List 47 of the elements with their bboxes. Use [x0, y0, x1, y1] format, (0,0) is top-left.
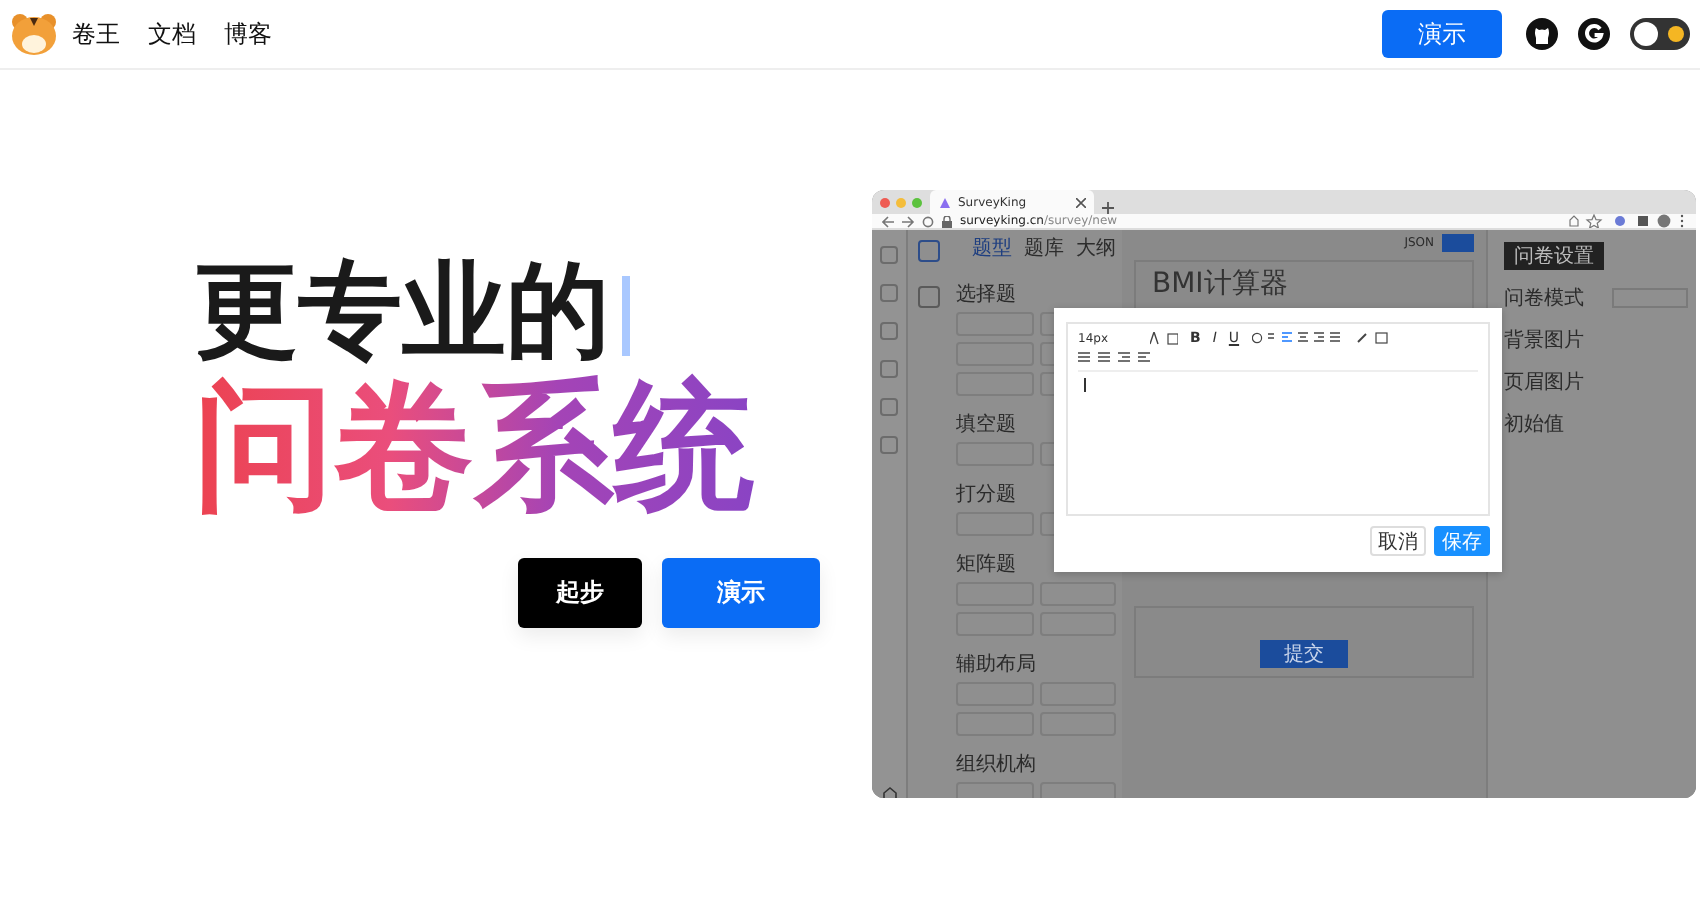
save-toolbar-button[interactable] — [1442, 233, 1474, 251]
setting-label: 背景图片 — [1504, 327, 1584, 354]
app-tab[interactable]: 大纲 — [1076, 234, 1116, 262]
home-icon[interactable] — [881, 786, 897, 798]
tiger-logo-icon[interactable] — [10, 12, 58, 56]
group-title: 打分题 — [956, 484, 1016, 506]
group-title: 组织机构 — [956, 754, 1036, 776]
text-cursor — [622, 276, 630, 356]
app-tab[interactable]: 题库 — [1024, 234, 1064, 262]
cta-button[interactable]: 演示 — [662, 558, 820, 628]
lock-icon — [942, 215, 952, 227]
nav-link[interactable]: 文档 — [148, 17, 196, 51]
nav-arrows-icon[interactable] — [882, 215, 934, 227]
setting-label: 初始值 — [1504, 411, 1564, 438]
new-tab-icon[interactable] — [1102, 202, 1114, 214]
group-title: 辅助布局 — [956, 654, 1036, 676]
settings-tab[interactable]: 问卷设置 — [1504, 242, 1604, 270]
align-icons[interactable] — [1251, 332, 1344, 344]
cta-button[interactable]: 起步 — [518, 558, 642, 628]
survey-title: BMI计算器 — [1152, 268, 1288, 300]
link-image-icons[interactable] — [1355, 332, 1388, 344]
rail-item-icon[interactable] — [880, 322, 898, 340]
dialog-button[interactable]: 取消 — [1370, 526, 1426, 556]
submit-button[interactable]: 提交 — [1260, 640, 1348, 668]
setting-label: 问卷模式 — [1504, 285, 1584, 312]
group-title: 选择题 — [956, 284, 1016, 306]
text-cursor — [1084, 378, 1086, 392]
nav-link[interactable]: 博客 — [224, 17, 272, 51]
github-icon[interactable] — [1526, 18, 1558, 50]
brand-name[interactable]: 卷王 — [72, 17, 120, 51]
rail-item-icon[interactable] — [880, 360, 898, 378]
group-title: 矩阵题 — [956, 554, 1016, 576]
tab-favicon-icon — [938, 195, 952, 209]
setting-label: 页眉图片 — [1504, 369, 1584, 396]
rail-item-icon[interactable] — [880, 436, 898, 454]
question-type-icon[interactable] — [918, 240, 940, 262]
rail-item-icon[interactable] — [880, 246, 898, 264]
headline: 更专业的 — [194, 256, 610, 368]
extension-icons[interactable] — [1566, 214, 1686, 228]
outline-icon[interactable] — [918, 286, 940, 308]
g-logo-icon[interactable] — [1578, 18, 1610, 50]
rail-item-icon[interactable] — [880, 398, 898, 416]
close-icon[interactable] — [1076, 197, 1086, 207]
group-title: 填空题 — [956, 414, 1016, 436]
rail-item-icon[interactable] — [880, 284, 898, 302]
demo-button[interactable]: 演示 — [1382, 10, 1502, 58]
theme-toggle[interactable] — [1630, 18, 1690, 50]
